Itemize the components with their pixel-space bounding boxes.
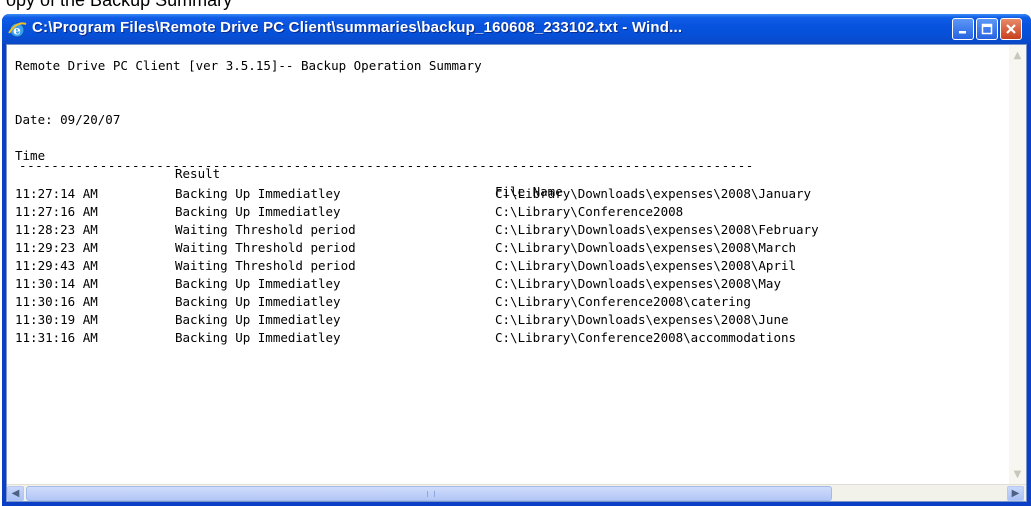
row-file-name: C:\Library\Conference2008\catering — [495, 294, 751, 309]
row-file-name: C:\Library\Downloads\expenses\2008\May — [495, 276, 781, 291]
close-button[interactable] — [1000, 18, 1022, 40]
row-file-name: C:\Library\Downloads\expenses\2008\Febru… — [495, 222, 819, 237]
row-time: 11:29:43 AM — [15, 258, 98, 273]
minimize-icon — [959, 31, 966, 34]
row-file-name: C:\Library\Downloads\expenses\2008\March — [495, 240, 797, 255]
document-header: Remote Drive PC Client [ver 3.5.15]-- Ba… — [15, 58, 482, 73]
scroll-right-button[interactable]: ▶ — [1007, 486, 1024, 501]
row-time: 11:28:23 AM — [15, 222, 98, 237]
row-result: Backing Up Immediatley — [175, 330, 341, 345]
document-content: Remote Drive PC Client [ver 3.5.15]-- Ba… — [15, 57, 1005, 477]
window-title: C:\Program Files\Remote Drive PC Client\… — [32, 19, 683, 36]
row-file-name: C:\Library\Downloads\expenses\2008\Janua… — [495, 186, 812, 201]
row-file-name: C:\Library\Downloads\expenses\2008\June — [495, 312, 789, 327]
horizontal-scroll-thumb[interactable] — [26, 486, 832, 501]
row-time: 11:29:23 AM — [15, 240, 98, 255]
scroll-left-button[interactable]: ◀ — [7, 486, 24, 501]
scroll-up-icon[interactable]: ▲ — [1011, 49, 1024, 62]
minimize-button[interactable] — [952, 18, 974, 40]
row-file-name: C:\Library\Conference2008\accommodations — [495, 330, 797, 345]
row-result: Backing Up Immediatley — [175, 294, 341, 309]
internet-explorer-icon[interactable]: e — [7, 19, 27, 39]
row-result: Backing Up Immediatley — [175, 204, 341, 219]
row-result: Backing Up Immediatley — [175, 186, 341, 201]
row-result: Waiting Threshold period — [175, 222, 356, 237]
row-result: Waiting Threshold period — [175, 258, 356, 273]
scroll-down-icon[interactable]: ▼ — [1011, 468, 1024, 481]
maximize-icon — [981, 23, 993, 35]
divider-line: ----------------------------------------… — [19, 158, 754, 173]
row-file-name: C:\Library\Conference2008 — [495, 204, 684, 219]
title-bar[interactable]: e C:\Program Files\Remote Drive PC Clien… — [2, 14, 1031, 44]
row-time: 11:30:19 AM — [15, 312, 98, 327]
close-icon — [1006, 24, 1016, 34]
date-line: Date: 09/20/07 — [15, 112, 121, 127]
caption-text: opy of the Backup Summary — [6, 0, 233, 10]
vertical-scrollbar[interactable]: ▲ ▼ — [1009, 45, 1026, 485]
row-result: Waiting Threshold period — [175, 240, 356, 255]
row-result: Backing Up Immediatley — [175, 312, 341, 327]
maximize-button[interactable] — [976, 18, 998, 40]
scroll-grip-icon — [427, 491, 435, 497]
row-time: 11:30:14 AM — [15, 276, 98, 291]
row-file-name: C:\Library\Downloads\expenses\2008\April — [495, 258, 797, 273]
caption-strip: opy of the Backup Summary — [0, 0, 1031, 14]
horizontal-scrollbar[interactable]: ◀ ▶ — [7, 484, 1026, 501]
row-time: 11:27:14 AM — [15, 186, 98, 201]
row-time: 11:27:16 AM — [15, 204, 98, 219]
row-time: 11:31:16 AM — [15, 330, 98, 345]
notepad-window: e C:\Program Files\Remote Drive PC Clien… — [2, 14, 1031, 506]
row-result: Backing Up Immediatley — [175, 276, 341, 291]
text-area[interactable]: Remote Drive PC Client [ver 3.5.15]-- Ba… — [6, 44, 1027, 502]
row-time: 11:30:16 AM — [15, 294, 98, 309]
